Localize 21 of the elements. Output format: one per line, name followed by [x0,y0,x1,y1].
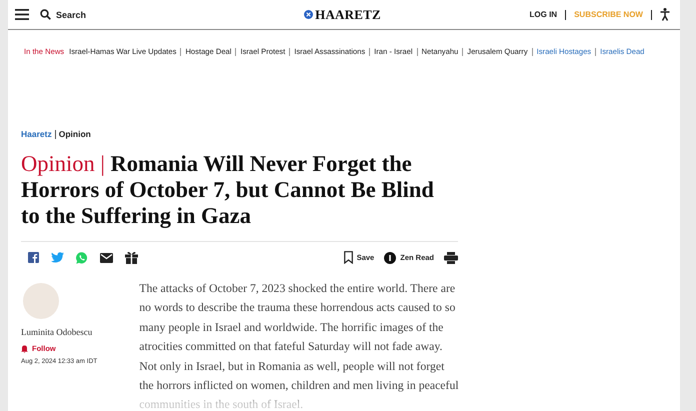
login-link[interactable]: LOG IN [530,10,558,19]
search-button[interactable]: Search [40,9,86,20]
bookmark-icon [344,251,353,264]
info-icon [384,252,396,264]
bell-icon [21,344,28,352]
print-icon[interactable] [444,252,458,264]
breadcrumb-link[interactable]: Haaretz [21,129,52,139]
gift-icon[interactable] [125,251,138,264]
logo-text[interactable]: HAARETZ [315,6,381,22]
breadcrumb-link[interactable]: Opinion [58,129,91,139]
article-body: The attacks of October 7, 2023 shocked the entire world. There are no words to describe the trauma these horrendous acts caused to so many people in Israel and worldwide. The horrific images of the atrocities committed on that fateful Saturday will not fade away. Not only in Israel, but in Romania as well, people will not forget the horrors inflicted on women, children and men living in peaceful communities in the south of Israel. [139,280,459,411]
search-icon [40,9,51,20]
accessibility-icon[interactable] [660,8,670,21]
email-icon[interactable] [100,252,113,262]
logo-icon [304,10,314,19]
twitter-icon[interactable] [51,252,64,263]
author-avatar [23,283,59,319]
article-title: Opinion | Romania Will Never Forget the Horrors of October 7, but Cannot Be Blind to the Suffering in Gaza [21,151,435,229]
author-name[interactable]: Luminita Odobescu [21,327,92,337]
menu-icon[interactable] [15,9,29,20]
facebook-icon[interactable] [28,252,39,263]
